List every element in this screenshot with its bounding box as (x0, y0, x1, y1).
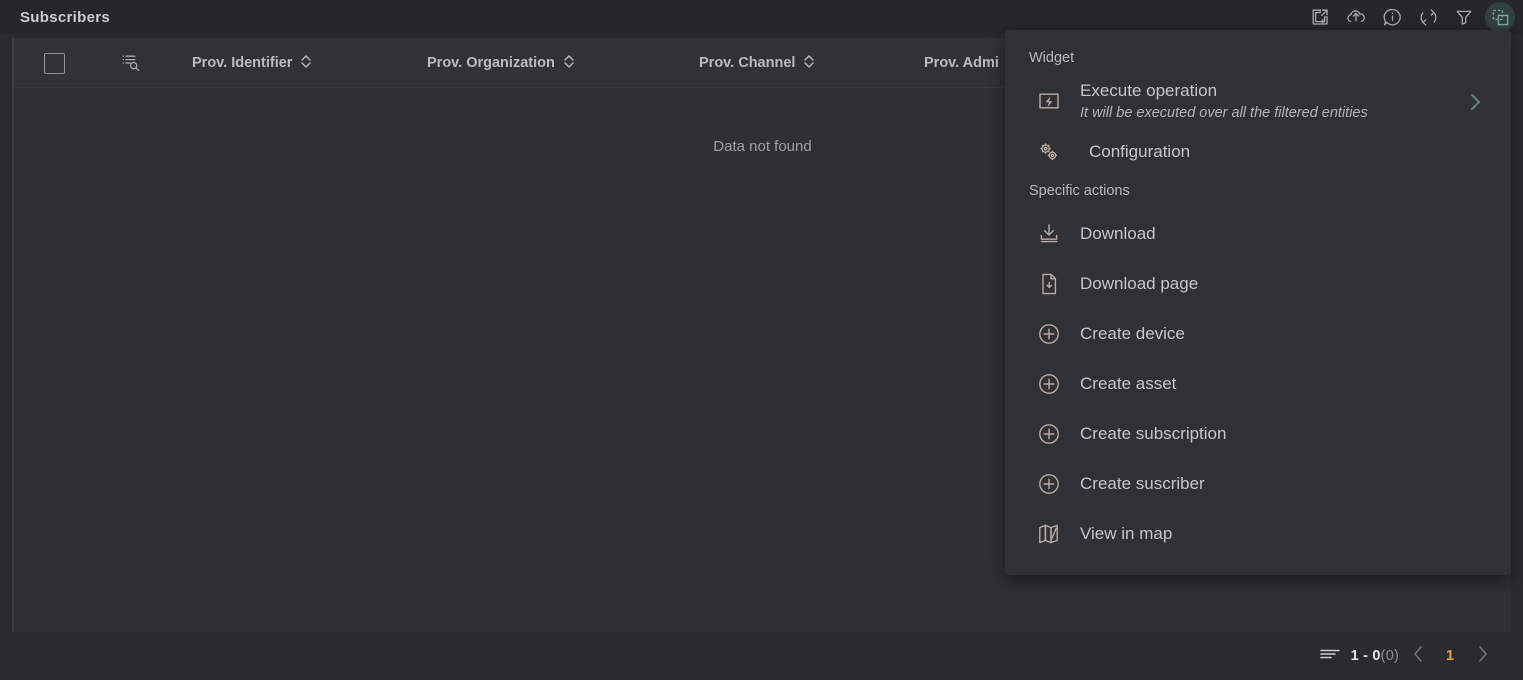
pagination-next-button[interactable] (1463, 637, 1501, 675)
sort-toggle-icon (803, 54, 815, 73)
menu-item-execute-operation[interactable]: Execute operation It will be executed ov… (1005, 76, 1511, 127)
file-download-icon (1027, 271, 1071, 297)
menu-item-body: View in map (1071, 523, 1489, 545)
menu-item-sublabel: It will be executed over all the filtere… (1080, 105, 1368, 122)
pagination-total: (0) (1380, 648, 1399, 664)
menu-item-body: Download (1071, 223, 1489, 245)
title-bar: Subscribers (0, 0, 1523, 34)
column-header-prov-organization[interactable]: Prov. Organization (427, 38, 575, 88)
menu-item-body: Download page (1071, 273, 1489, 295)
menu-item-view-in-map[interactable]: View in map (1005, 509, 1511, 559)
page-title: Subscribers (20, 8, 111, 26)
list-search-icon (120, 51, 142, 78)
column-header-label: Prov. Organization (427, 55, 555, 71)
menu-item-body: Create device (1071, 323, 1489, 345)
menu-section-specific-actions: Specific actions (1029, 183, 1130, 200)
lightning-box-icon (1027, 89, 1071, 115)
column-header-label: Prov. Admi (924, 55, 999, 71)
menu-item-download[interactable]: Download (1005, 209, 1511, 259)
menu-item-body: Create suscriber (1071, 473, 1489, 495)
info-icon (1382, 7, 1403, 28)
menu-item-label: Create device (1080, 324, 1185, 344)
menu-item-body: Create asset (1071, 373, 1489, 395)
column-header-prov-identifier[interactable]: Prov. Identifier (192, 38, 312, 88)
menu-item-body: Execute operation It will be executed ov… (1071, 80, 1463, 123)
map-icon (1027, 521, 1071, 547)
pagination-count: 1 - 0(0) (1351, 648, 1399, 664)
menu-item-create-suscriber[interactable]: Create suscriber (1005, 459, 1511, 509)
menu-item-create-device[interactable]: Create device (1005, 309, 1511, 359)
filter-button[interactable] (1449, 2, 1479, 32)
plus-circle-icon (1027, 371, 1071, 397)
gears-icon (1027, 139, 1071, 165)
menu-item-label: Execute operation (1080, 81, 1218, 100)
filter-icon (1454, 7, 1474, 27)
menu-item-create-subscription[interactable]: Create subscription (1005, 409, 1511, 459)
open-new-window-button[interactable] (1305, 2, 1335, 32)
upload-button[interactable] (1341, 2, 1371, 32)
column-header-prov-admi[interactable]: Prov. Admi (924, 38, 999, 88)
page-size-button[interactable] (1319, 647, 1341, 666)
menu-item-label: Configuration (1089, 142, 1191, 162)
menu-item-label: Create suscriber (1080, 474, 1205, 494)
plus-circle-icon (1027, 421, 1071, 447)
menu-item-label: Create asset (1080, 374, 1177, 394)
refresh-icon (1418, 7, 1439, 28)
column-search-button[interactable] (118, 51, 144, 77)
plus-circle-icon (1027, 471, 1071, 497)
chevron-right-icon (1476, 645, 1489, 668)
menu-item-download-page[interactable]: Download page (1005, 259, 1511, 309)
menu-item-body: Configuration (1071, 141, 1489, 163)
menu-item-configuration[interactable]: Configuration (1005, 127, 1511, 177)
chevron-right-icon (1463, 89, 1489, 115)
pagination-range: 1 - 0 (1350, 648, 1381, 664)
pagination-bar: 1 - 0(0) 1 (0, 632, 1523, 680)
upload-cloud-icon (1345, 7, 1367, 27)
menu-section-widget: Widget (1029, 50, 1075, 66)
widget-icon (1490, 7, 1511, 28)
widget-actions-menu: Widget Execute operation It will be exec… (1005, 30, 1511, 576)
list-lines-icon (1319, 647, 1341, 666)
chevron-left-icon (1412, 645, 1425, 668)
refresh-button[interactable] (1413, 2, 1443, 32)
menu-item-label: Download page (1080, 274, 1199, 294)
widget-actions-button[interactable] (1485, 2, 1515, 32)
app-root: Subscribers Prov. Identifier Prov. Organ… (0, 0, 1523, 680)
menu-item-label: View in map (1080, 524, 1173, 544)
open-new-window-icon (1310, 7, 1330, 27)
column-header-label: Prov. Channel (699, 55, 796, 71)
menu-item-label: Create subscription (1080, 424, 1227, 444)
sort-toggle-icon (300, 54, 312, 73)
header-toolbar (1305, 0, 1515, 34)
select-all-checkbox[interactable] (44, 53, 65, 74)
plus-circle-icon (1027, 321, 1071, 347)
pagination-page-1[interactable]: 1 (1437, 648, 1463, 664)
sort-toggle-icon (563, 54, 575, 73)
menu-item-create-asset[interactable]: Create asset (1005, 359, 1511, 409)
column-header-prov-channel[interactable]: Prov. Channel (699, 38, 815, 88)
pagination-prev-button[interactable] (1399, 637, 1437, 675)
menu-item-label: Download (1080, 224, 1156, 244)
menu-item-body: Create subscription (1071, 423, 1489, 445)
column-header-label: Prov. Identifier (192, 55, 293, 71)
info-button[interactable] (1377, 2, 1407, 32)
download-tray-icon (1027, 221, 1071, 247)
